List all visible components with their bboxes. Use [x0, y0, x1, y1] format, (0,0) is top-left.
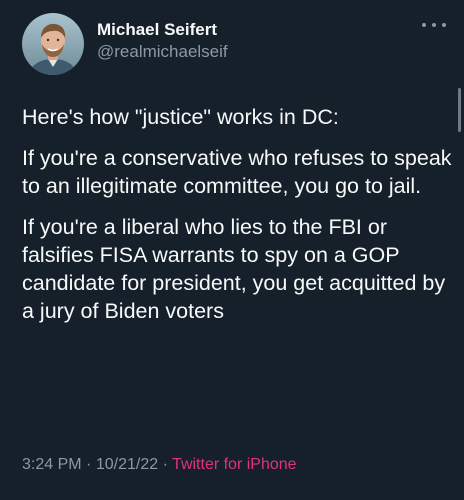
tweet-paragraph: If you're a liberal who lies to the FBI … [22, 215, 446, 323]
author-handle[interactable]: @realmichaelseif [97, 42, 228, 62]
tweet-meta: 3:24 PM · 10/21/22 · Twitter for iPhone [22, 456, 297, 474]
tweet-date[interactable]: 10/21/22 [96, 456, 158, 473]
tweet-card: Michael Seifert @realmichaelseif Here's … [0, 0, 464, 500]
tweet-time[interactable]: 3:24 PM [22, 456, 82, 473]
tweet-text: Here's how "justice" works in DC: If you… [22, 103, 452, 338]
more-icon[interactable] [422, 18, 446, 32]
author-display-name[interactable]: Michael Seifert [97, 20, 217, 40]
scrollbar[interactable] [458, 88, 461, 132]
tweet-paragraph: Here's how "justice" works in DC: [22, 105, 339, 129]
tweet-source-link[interactable]: Twitter for iPhone [172, 456, 297, 473]
meta-separator: · [162, 456, 168, 473]
avatar[interactable] [22, 13, 84, 75]
meta-separator: · [86, 456, 92, 473]
tweet-paragraph: If you're a conservative who refuses to … [22, 146, 452, 198]
avatar-image [22, 13, 84, 75]
